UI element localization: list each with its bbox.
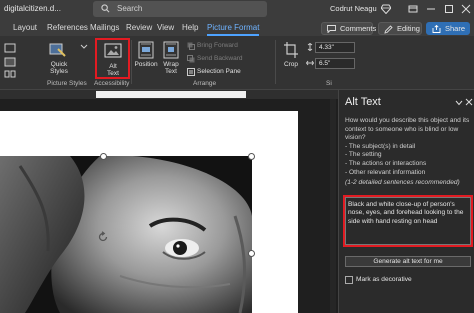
close-icon[interactable] bbox=[465, 98, 473, 106]
width-input[interactable] bbox=[315, 58, 355, 69]
share-label: Share bbox=[445, 24, 466, 33]
size-group-label: Si bbox=[326, 80, 332, 87]
mark-decorative-label[interactable]: Mark as decorative bbox=[356, 276, 412, 283]
tab-mailings[interactable]: Mailings bbox=[90, 23, 119, 32]
comment-icon bbox=[327, 25, 336, 33]
quick-styles-label[interactable]: Quick Styles bbox=[44, 61, 74, 75]
quick-styles-icon[interactable] bbox=[49, 41, 67, 59]
alt-text-button[interactable] bbox=[95, 38, 130, 79]
pane-title: Alt Text bbox=[345, 96, 381, 108]
wrap-text-label[interactable]: Wrap Text bbox=[159, 61, 183, 75]
crop-icon[interactable] bbox=[283, 41, 299, 59]
bring-forward-button[interactable]: Bring Forward bbox=[197, 42, 238, 49]
width-icon bbox=[306, 60, 314, 66]
search-box[interactable]: Search bbox=[93, 1, 267, 17]
picture-layout-icon[interactable] bbox=[4, 70, 16, 78]
close-icon[interactable] bbox=[459, 2, 473, 16]
recommendation-text: (1-2 detailed sentences recommended) bbox=[345, 179, 460, 186]
alt-text-highlight bbox=[343, 195, 473, 247]
ruler-text-area bbox=[96, 91, 246, 98]
ribbon: Quick Styles Picture Styles Alt Text Acc… bbox=[0, 36, 474, 90]
mark-decorative-checkbox[interactable] bbox=[345, 276, 353, 284]
editing-button[interactable]: Editing bbox=[378, 22, 422, 35]
hint-item: - The setting bbox=[345, 151, 382, 159]
picture-effects-icon[interactable] bbox=[4, 56, 16, 68]
ribbon-divider-2 bbox=[275, 40, 276, 84]
diamond-icon[interactable] bbox=[381, 4, 391, 14]
tab-view[interactable]: View bbox=[157, 23, 174, 32]
tab-references[interactable]: References bbox=[47, 23, 88, 32]
accessibility-group-label: Accessibility bbox=[94, 80, 130, 87]
document-name[interactable]: digitalcitizen.d... bbox=[4, 4, 61, 13]
share-button[interactable]: Share bbox=[426, 22, 470, 35]
alt-text-pane: Alt Text How would you describe this obj… bbox=[338, 90, 474, 313]
hint-item: - The subject(s) in detail bbox=[345, 142, 416, 150]
selection-pane-button[interactable]: Selection Pane bbox=[197, 68, 241, 75]
comments-label: Comments bbox=[340, 24, 377, 33]
position-icon[interactable] bbox=[138, 41, 154, 59]
chevron-down-icon[interactable] bbox=[80, 44, 88, 50]
ribbon-display-icon[interactable] bbox=[406, 2, 420, 16]
tab-review[interactable]: Review bbox=[126, 23, 152, 32]
search-placeholder: Search bbox=[117, 4, 143, 13]
picture-styles-group-label: Picture Styles bbox=[47, 80, 87, 87]
share-icon bbox=[432, 25, 441, 33]
face-photo-image bbox=[0, 156, 252, 313]
resize-handle-right[interactable] bbox=[248, 250, 255, 257]
picture-border-icon[interactable] bbox=[4, 42, 16, 54]
resize-handle-top-right[interactable] bbox=[248, 153, 255, 160]
minimize-icon[interactable] bbox=[424, 2, 438, 16]
wrap-text-icon[interactable] bbox=[163, 41, 179, 59]
question-text: How would you describe this object and i… bbox=[345, 117, 470, 142]
alt-text-instructions: How would you describe this object and i… bbox=[345, 117, 473, 177]
hint-item: - The actions or interactions bbox=[345, 159, 427, 167]
height-input[interactable] bbox=[315, 42, 355, 53]
height-icon bbox=[307, 43, 313, 51]
rotate-handle-icon[interactable] bbox=[97, 231, 109, 243]
document-canvas[interactable] bbox=[0, 99, 338, 313]
horizontal-ruler[interactable] bbox=[0, 90, 338, 99]
resize-handle-top[interactable] bbox=[100, 153, 107, 160]
comments-button[interactable]: Comments bbox=[321, 22, 377, 35]
user-name[interactable]: Codrut Neagu bbox=[330, 4, 377, 13]
arrange-group-label: Arrange bbox=[193, 80, 217, 87]
maximize-icon[interactable] bbox=[442, 2, 456, 16]
tab-layout[interactable]: Layout bbox=[13, 23, 37, 32]
search-icon bbox=[101, 4, 110, 13]
editing-label: Editing bbox=[397, 24, 420, 33]
vertical-scrollbar[interactable] bbox=[330, 99, 336, 313]
position-label[interactable]: Position bbox=[133, 61, 159, 68]
selection-pane-icon bbox=[187, 68, 195, 76]
tab-help[interactable]: Help bbox=[182, 23, 198, 32]
bring-forward-icon bbox=[187, 42, 195, 50]
send-backward-icon bbox=[187, 55, 195, 63]
tab-picture-format[interactable]: Picture Format bbox=[207, 23, 260, 36]
ribbon-divider bbox=[131, 40, 132, 84]
send-backward-button[interactable]: Send Backward bbox=[197, 55, 243, 62]
crop-label[interactable]: Crop bbox=[281, 61, 301, 68]
hint-item: - Other relevant information bbox=[345, 168, 426, 176]
selected-picture[interactable] bbox=[0, 156, 252, 313]
pencil-icon bbox=[384, 25, 393, 34]
generate-alt-text-button[interactable]: Generate alt text for me bbox=[345, 256, 471, 267]
chevron-down-icon[interactable] bbox=[455, 100, 463, 106]
title-bar: digitalcitizen.d... Search Codrut Neagu bbox=[0, 0, 474, 20]
